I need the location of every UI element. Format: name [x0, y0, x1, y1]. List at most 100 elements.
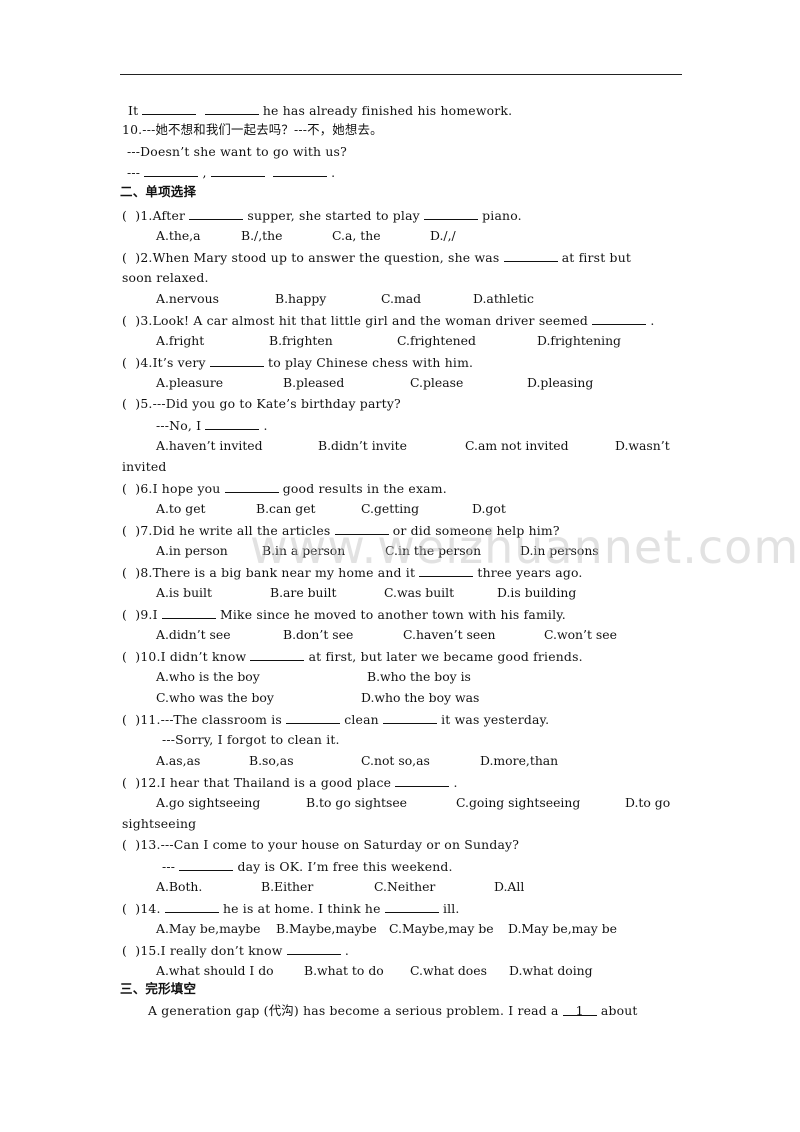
option[interactable]: C.was built	[384, 585, 454, 601]
option[interactable]: C.frightened	[397, 333, 476, 349]
option[interactable]: C.going sightseeing	[456, 795, 580, 811]
option[interactable]: B.frighten	[269, 333, 333, 349]
option[interactable]: A.as,as	[156, 753, 200, 769]
option[interactable]: D.pleasing	[527, 375, 593, 391]
option[interactable]: D.May be,may be	[508, 921, 617, 937]
answer-blank[interactable]	[384, 900, 439, 913]
text: supper, she started to play	[247, 208, 420, 223]
text: at first but	[561, 250, 632, 265]
option[interactable]: D.in persons	[520, 543, 599, 559]
answer-blank[interactable]	[164, 900, 219, 913]
option[interactable]: C.won’t see	[544, 627, 617, 643]
option[interactable]: D.athletic	[473, 291, 534, 307]
option[interactable]: B./,the	[241, 228, 282, 244]
option[interactable]: D.frightening	[537, 333, 621, 349]
option[interactable]: B.Maybe,maybe	[276, 921, 377, 937]
option[interactable]: D.more,than	[480, 753, 558, 769]
option[interactable]: B.happy	[275, 291, 326, 307]
cloze-blank-1[interactable]: 1	[562, 1003, 597, 1018]
option[interactable]: A.nervous	[156, 291, 219, 307]
option[interactable]: C.haven’t seen	[403, 627, 496, 643]
question-15: ( )15.I really don’t know .	[122, 942, 349, 959]
text: ---	[162, 859, 176, 874]
option[interactable]: C.Neither	[374, 879, 435, 895]
answer-blank[interactable]	[161, 606, 216, 619]
option[interactable]: A.is built	[156, 585, 212, 601]
option[interactable]: B.can get	[256, 501, 316, 517]
text: ( )12.I hear that Thailand is a good pla…	[122, 775, 392, 790]
option[interactable]: D.wasn’t	[615, 438, 670, 454]
option[interactable]: D.who the boy was	[361, 690, 479, 706]
option[interactable]: C.Maybe,may be	[389, 921, 494, 937]
answer-blank[interactable]	[334, 522, 389, 535]
answer-blank[interactable]	[210, 164, 265, 177]
option[interactable]: C.what does	[410, 963, 487, 979]
question-5-cont: invited	[122, 459, 167, 474]
option[interactable]: C.am not invited	[465, 438, 569, 454]
answer-blank[interactable]	[503, 249, 558, 262]
answer-blank[interactable]	[286, 942, 341, 955]
option[interactable]: B.in a person	[262, 543, 345, 559]
answer-blank[interactable]	[424, 207, 479, 220]
option[interactable]: C.in the person	[385, 543, 481, 559]
option[interactable]: C.a, the	[332, 228, 381, 244]
answer-blank[interactable]	[419, 564, 474, 577]
option[interactable]: A.what should I do	[156, 963, 274, 979]
answer-blank[interactable]	[142, 102, 197, 115]
option[interactable]: B.what to do	[304, 963, 384, 979]
option[interactable]: C.not so,as	[361, 753, 430, 769]
header-rule	[120, 74, 682, 75]
answer-blank[interactable]	[179, 858, 234, 871]
option[interactable]: A.Both.	[156, 879, 202, 895]
option[interactable]: A.to get	[156, 501, 206, 517]
option[interactable]: B.are built	[270, 585, 336, 601]
answer-blank[interactable]	[204, 102, 259, 115]
question-7: ( )7.Did he write all the articles or di…	[122, 522, 560, 539]
answer-blank[interactable]	[250, 648, 305, 661]
option[interactable]: D.got	[472, 501, 506, 517]
text: to play Chinese chess with him.	[268, 355, 474, 370]
option[interactable]: A.in person	[156, 543, 228, 559]
option[interactable]: B.Either	[261, 879, 313, 895]
option[interactable]: A.didn’t see	[156, 627, 231, 643]
answer-blank[interactable]	[144, 164, 199, 177]
option[interactable]: A.pleasure	[156, 375, 223, 391]
option[interactable]: D.what doing	[509, 963, 593, 979]
answer-blank[interactable]	[592, 312, 647, 325]
option[interactable]: B.to go sightsee	[306, 795, 407, 811]
option[interactable]: D.to go	[625, 795, 670, 811]
option[interactable]: A.the,a	[156, 228, 201, 244]
answer-blank[interactable]	[205, 417, 260, 430]
answer-blank[interactable]	[209, 354, 264, 367]
answer-blank[interactable]	[189, 207, 244, 220]
question-4: ( )4.It’s very to play Chinese chess wit…	[122, 354, 473, 371]
option[interactable]: B.don’t see	[283, 627, 353, 643]
option[interactable]: A.May be,maybe	[156, 921, 261, 937]
text: clean	[344, 712, 379, 727]
text: ---No, I	[156, 418, 202, 433]
answer-blank[interactable]	[395, 774, 450, 787]
text: ( )10.I didn’t know	[122, 649, 247, 664]
option[interactable]: A.fright	[156, 333, 204, 349]
option[interactable]: B.who the boy is	[367, 669, 471, 685]
option[interactable]: C.mad	[381, 291, 421, 307]
option[interactable]: C.getting	[361, 501, 419, 517]
option[interactable]: D.All	[494, 879, 524, 895]
answer-blank[interactable]	[382, 711, 437, 724]
option[interactable]: A.who is the boy	[156, 669, 260, 685]
option[interactable]: A.haven’t invited	[156, 438, 263, 454]
answer-blank[interactable]	[224, 480, 279, 493]
option[interactable]: A.go sightseeing	[156, 795, 260, 811]
answer-blank[interactable]	[286, 711, 341, 724]
option[interactable]: C.who was the boy	[156, 690, 274, 706]
option[interactable]: B.didn’t invite	[318, 438, 407, 454]
text: ( )2.When Mary stood up to answer the qu…	[122, 250, 500, 265]
answer-blank[interactable]	[273, 164, 328, 177]
line-it: It he has already finished his homework.	[128, 102, 512, 119]
option[interactable]: D./,/	[430, 228, 456, 244]
option[interactable]: C.please	[410, 375, 463, 391]
option[interactable]: D.is building	[497, 585, 576, 601]
text: piano.	[482, 208, 522, 223]
option[interactable]: B.pleased	[283, 375, 344, 391]
option[interactable]: B.so,as	[249, 753, 294, 769]
